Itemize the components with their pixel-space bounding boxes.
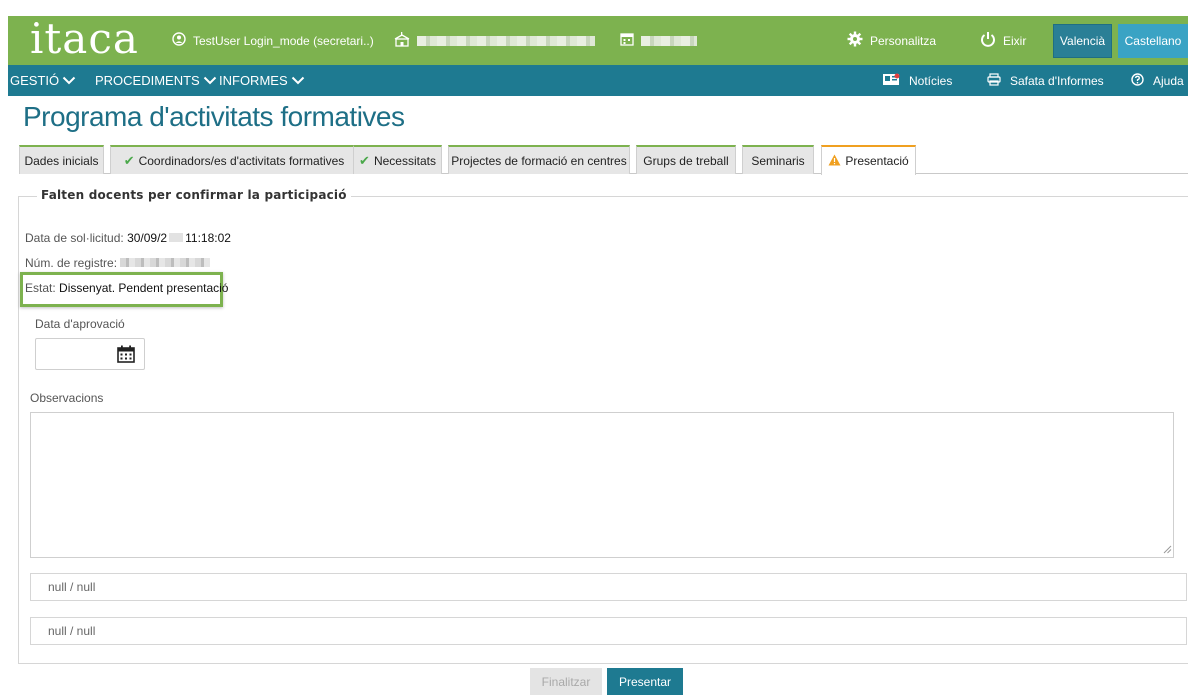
tab-grups-treball[interactable]: Grups de treball bbox=[636, 145, 736, 174]
news-icon bbox=[879, 73, 900, 89]
itaca-logo[interactable]: itaca bbox=[30, 16, 139, 62]
tab-projectes[interactable]: Projectes de formació en centres bbox=[448, 145, 630, 174]
reports-tray-label: Safata d'Informes bbox=[1010, 73, 1104, 88]
request-date-redacted bbox=[169, 233, 184, 242]
help-link[interactable]: Ajuda bbox=[1128, 65, 1184, 96]
user-info[interactable]: TestUser Login_mode (secretari..) bbox=[172, 16, 374, 65]
resize-grip-icon[interactable] bbox=[1163, 545, 1172, 554]
panel-legend: Falten docents per confirmar la particip… bbox=[37, 188, 351, 202]
help-circle-icon bbox=[1128, 72, 1144, 89]
exit-link[interactable]: Eixir bbox=[980, 16, 1026, 65]
present-button[interactable]: Presentar bbox=[607, 668, 683, 695]
tab-label: Seminaris bbox=[751, 153, 805, 168]
request-date-row: Data de sol·licitud: 30/09/2 11:18:02 bbox=[25, 231, 231, 245]
approval-date-input[interactable] bbox=[35, 338, 145, 370]
registry-row: Núm. de registre: bbox=[25, 256, 211, 270]
chevron-down-icon bbox=[291, 76, 304, 85]
reports-tray-link[interactable]: Safata d'Informes bbox=[984, 65, 1104, 96]
menu-procediments[interactable]: PROCEDIMENTS bbox=[95, 65, 217, 96]
exit-label: Eixir bbox=[1003, 33, 1027, 48]
request-date-label: Data de sol·licitud: bbox=[25, 231, 124, 245]
state-row: Estat: Dissenyat. Pendent presentació bbox=[25, 281, 228, 295]
checkmark-icon: ✔ bbox=[123, 152, 135, 168]
approval-date-label: Data d'aprovació bbox=[35, 317, 125, 331]
calendar-icon bbox=[620, 32, 634, 49]
personalize-link[interactable]: Personalitza bbox=[847, 16, 936, 65]
tab-label: Necessitats bbox=[373, 153, 436, 168]
top-header-bar: itaca TestUser Login_mode (secretari..) … bbox=[8, 16, 1188, 65]
gear-icon bbox=[847, 31, 863, 50]
academic-year-redacted bbox=[641, 35, 697, 46]
tab-seminaris[interactable]: Seminaris bbox=[742, 145, 814, 174]
academic-year-info bbox=[620, 16, 697, 65]
tab-label: Dades inicials bbox=[24, 153, 99, 168]
tab-label: Coordinadors/es d'activitats formatives bbox=[138, 153, 345, 168]
tab-presentacio[interactable]: Presentació bbox=[821, 145, 916, 175]
news-link[interactable]: Notícies bbox=[879, 65, 952, 96]
tab-label: Projectes de formació en centres bbox=[451, 153, 627, 168]
registry-label: Núm. de registre: bbox=[25, 256, 118, 270]
calendar-icon[interactable] bbox=[116, 344, 136, 369]
state-label: Estat: bbox=[25, 281, 56, 295]
school-info bbox=[394, 16, 595, 65]
page-title: Programa d'activitats formatives bbox=[23, 101, 405, 132]
school-building-icon bbox=[394, 31, 410, 50]
lang-valencia-button[interactable]: Valencià bbox=[1053, 24, 1112, 58]
chevron-down-icon bbox=[62, 76, 76, 85]
chevron-down-icon bbox=[203, 76, 216, 85]
user-name: TestUser Login_mode (secretari..) bbox=[193, 33, 374, 48]
power-icon bbox=[980, 31, 996, 50]
school-name-redacted bbox=[417, 35, 595, 46]
warning-icon bbox=[828, 154, 841, 169]
tab-dades-inicials[interactable]: Dades inicials bbox=[19, 145, 104, 174]
null-field-1[interactable]: null / null bbox=[30, 573, 1187, 601]
menu-gestio[interactable]: GESTIÓ bbox=[10, 65, 76, 96]
menu-informes[interactable]: INFORMES bbox=[219, 65, 305, 96]
menu-procediments-label: PROCEDIMENTS bbox=[95, 73, 200, 88]
checkmark-icon: ✔ bbox=[359, 152, 370, 168]
registry-number-redacted bbox=[120, 258, 211, 267]
help-label: Ajuda bbox=[1153, 73, 1184, 88]
printer-icon bbox=[984, 72, 1001, 89]
main-menu-bar: GESTIÓ PROCEDIMENTS INFORMES Notícies Sa… bbox=[8, 65, 1188, 96]
tab-label: Presentació bbox=[845, 154, 909, 168]
request-date-value-end: 11:18:02 bbox=[185, 231, 231, 245]
tab-coordinadors[interactable]: ✔ Coordinadors/es d'activitats formative… bbox=[110, 145, 358, 174]
tab-necessitats[interactable]: ✔ Necessitats bbox=[353, 145, 442, 174]
request-date-value-start: 30/09/2 bbox=[127, 231, 168, 245]
tab-bar: Dades inicials ✔ Coordinadors/es d'activ… bbox=[19, 145, 1188, 175]
finalize-button[interactable]: Finalitzar bbox=[530, 668, 602, 695]
lang-castellano-button[interactable]: Castellano bbox=[1118, 24, 1188, 58]
menu-informes-label: INFORMES bbox=[219, 73, 288, 88]
news-label: Notícies bbox=[909, 73, 953, 88]
observations-textarea[interactable] bbox=[30, 412, 1174, 558]
personalize-label: Personalitza bbox=[870, 33, 937, 48]
state-value: Dissenyat. Pendent presentació bbox=[59, 281, 229, 295]
tab-label: Grups de treball bbox=[643, 153, 729, 168]
menu-gestio-label: GESTIÓ bbox=[10, 73, 60, 88]
observations-label: Observacions bbox=[30, 391, 104, 405]
null-field-2[interactable]: null / null bbox=[30, 617, 1187, 645]
user-circle-icon bbox=[172, 32, 186, 49]
